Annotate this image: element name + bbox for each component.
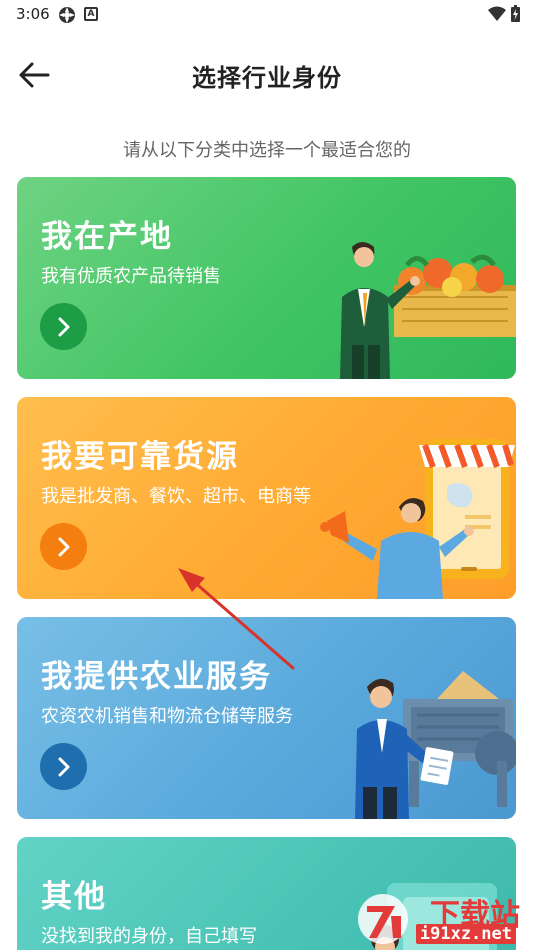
chevron-right-icon xyxy=(58,757,69,776)
card-description: 我是批发商、餐饮、超市、电商等 xyxy=(41,486,311,507)
card-arrow-button[interactable] xyxy=(40,523,87,570)
battery-charging-icon xyxy=(511,5,520,22)
farmer-produce-illustration xyxy=(340,242,516,379)
card-title: 我在产地 xyxy=(41,219,173,255)
chevron-right-icon xyxy=(58,537,69,556)
chevron-right-icon xyxy=(58,317,69,336)
card-origin[interactable]: 我在产地 我有优质农产品待销售 xyxy=(17,177,516,379)
header: 选择行业身份 xyxy=(0,42,534,106)
service-worker-illustration xyxy=(355,671,516,819)
watermark-logo-icon xyxy=(358,894,408,944)
wifi-icon xyxy=(488,6,506,21)
watermark-url: i91xz.net xyxy=(415,924,516,944)
card-arrow-button[interactable] xyxy=(40,743,87,790)
card-description: 我有优质农产品待销售 xyxy=(41,266,221,287)
status-time: 3:06 xyxy=(16,5,50,23)
card-agri-service[interactable]: 我提供农业服务 农资农机销售和物流仓储等服务 xyxy=(17,617,516,819)
card-arrow-button[interactable] xyxy=(40,303,87,350)
card-title: 我提供农业服务 xyxy=(41,659,272,695)
card-title: 我要可靠货源 xyxy=(41,439,239,475)
page-title: 选择行业身份 xyxy=(192,64,342,92)
a-badge-icon: A xyxy=(84,7,98,21)
card-description: 没找到我的身份，自己填写 xyxy=(41,926,257,947)
card-description: 农资农机销售和物流仓储等服务 xyxy=(41,706,293,727)
gear-icon xyxy=(59,7,75,23)
card-wholesale[interactable]: 我要可靠货源 我是批发商、餐饮、超市、电商等 xyxy=(17,397,516,599)
card-title: 其他 xyxy=(41,879,107,915)
subtitle: 请从以下分类中选择一个最适合您的 xyxy=(123,140,411,161)
status-bar: 3:06 A xyxy=(0,0,534,30)
buyer-phone-illustration xyxy=(320,439,515,599)
watermark: 下载站 i91xz.net xyxy=(353,888,528,948)
